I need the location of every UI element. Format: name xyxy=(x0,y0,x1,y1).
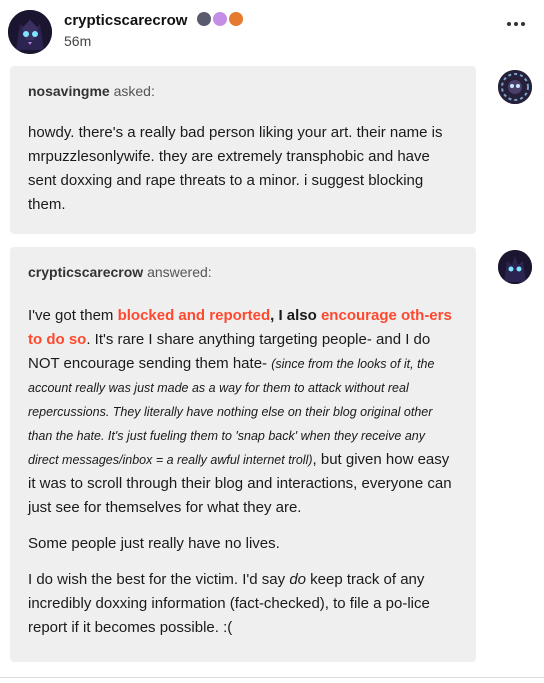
dark-badge-icon[interactable] xyxy=(197,12,211,26)
author-avatar[interactable] xyxy=(8,10,52,54)
orange-badge-icon[interactable] xyxy=(229,12,243,26)
answer-paragraph-3: I do wish the best for the victim. I'd s… xyxy=(28,571,430,636)
asked-label: asked: xyxy=(113,83,155,99)
answer-paragraph-2: Some people just really have no lives. xyxy=(28,535,280,552)
answered-label: answered: xyxy=(147,264,212,280)
badge-group xyxy=(197,12,243,26)
asker-name[interactable]: nosavingme xyxy=(28,83,110,99)
answer-paragraph-1: I've got them blocked and reported, I al… xyxy=(28,307,452,516)
answer-bubble: crypticscarecrow answered: I've got them… xyxy=(10,247,476,662)
responder-avatar[interactable] xyxy=(498,250,532,284)
asker-line: nosavingme asked: xyxy=(28,83,458,99)
more-options-icon[interactable] xyxy=(507,22,525,26)
responder-name[interactable]: crypticscarecrow xyxy=(28,264,143,280)
divider xyxy=(0,677,544,678)
post-timestamp[interactable]: 56m xyxy=(64,33,91,49)
purple-badge-icon[interactable] xyxy=(213,12,227,26)
author-name[interactable]: crypticscarecrow xyxy=(64,12,187,29)
asker-avatar[interactable] xyxy=(498,70,532,104)
question-body: howdy. there's a really bad person likin… xyxy=(28,124,443,213)
responder-line: crypticscarecrow answered: xyxy=(28,264,458,280)
question-bubble: nosavingme asked: howdy. there's a reall… xyxy=(10,66,476,234)
